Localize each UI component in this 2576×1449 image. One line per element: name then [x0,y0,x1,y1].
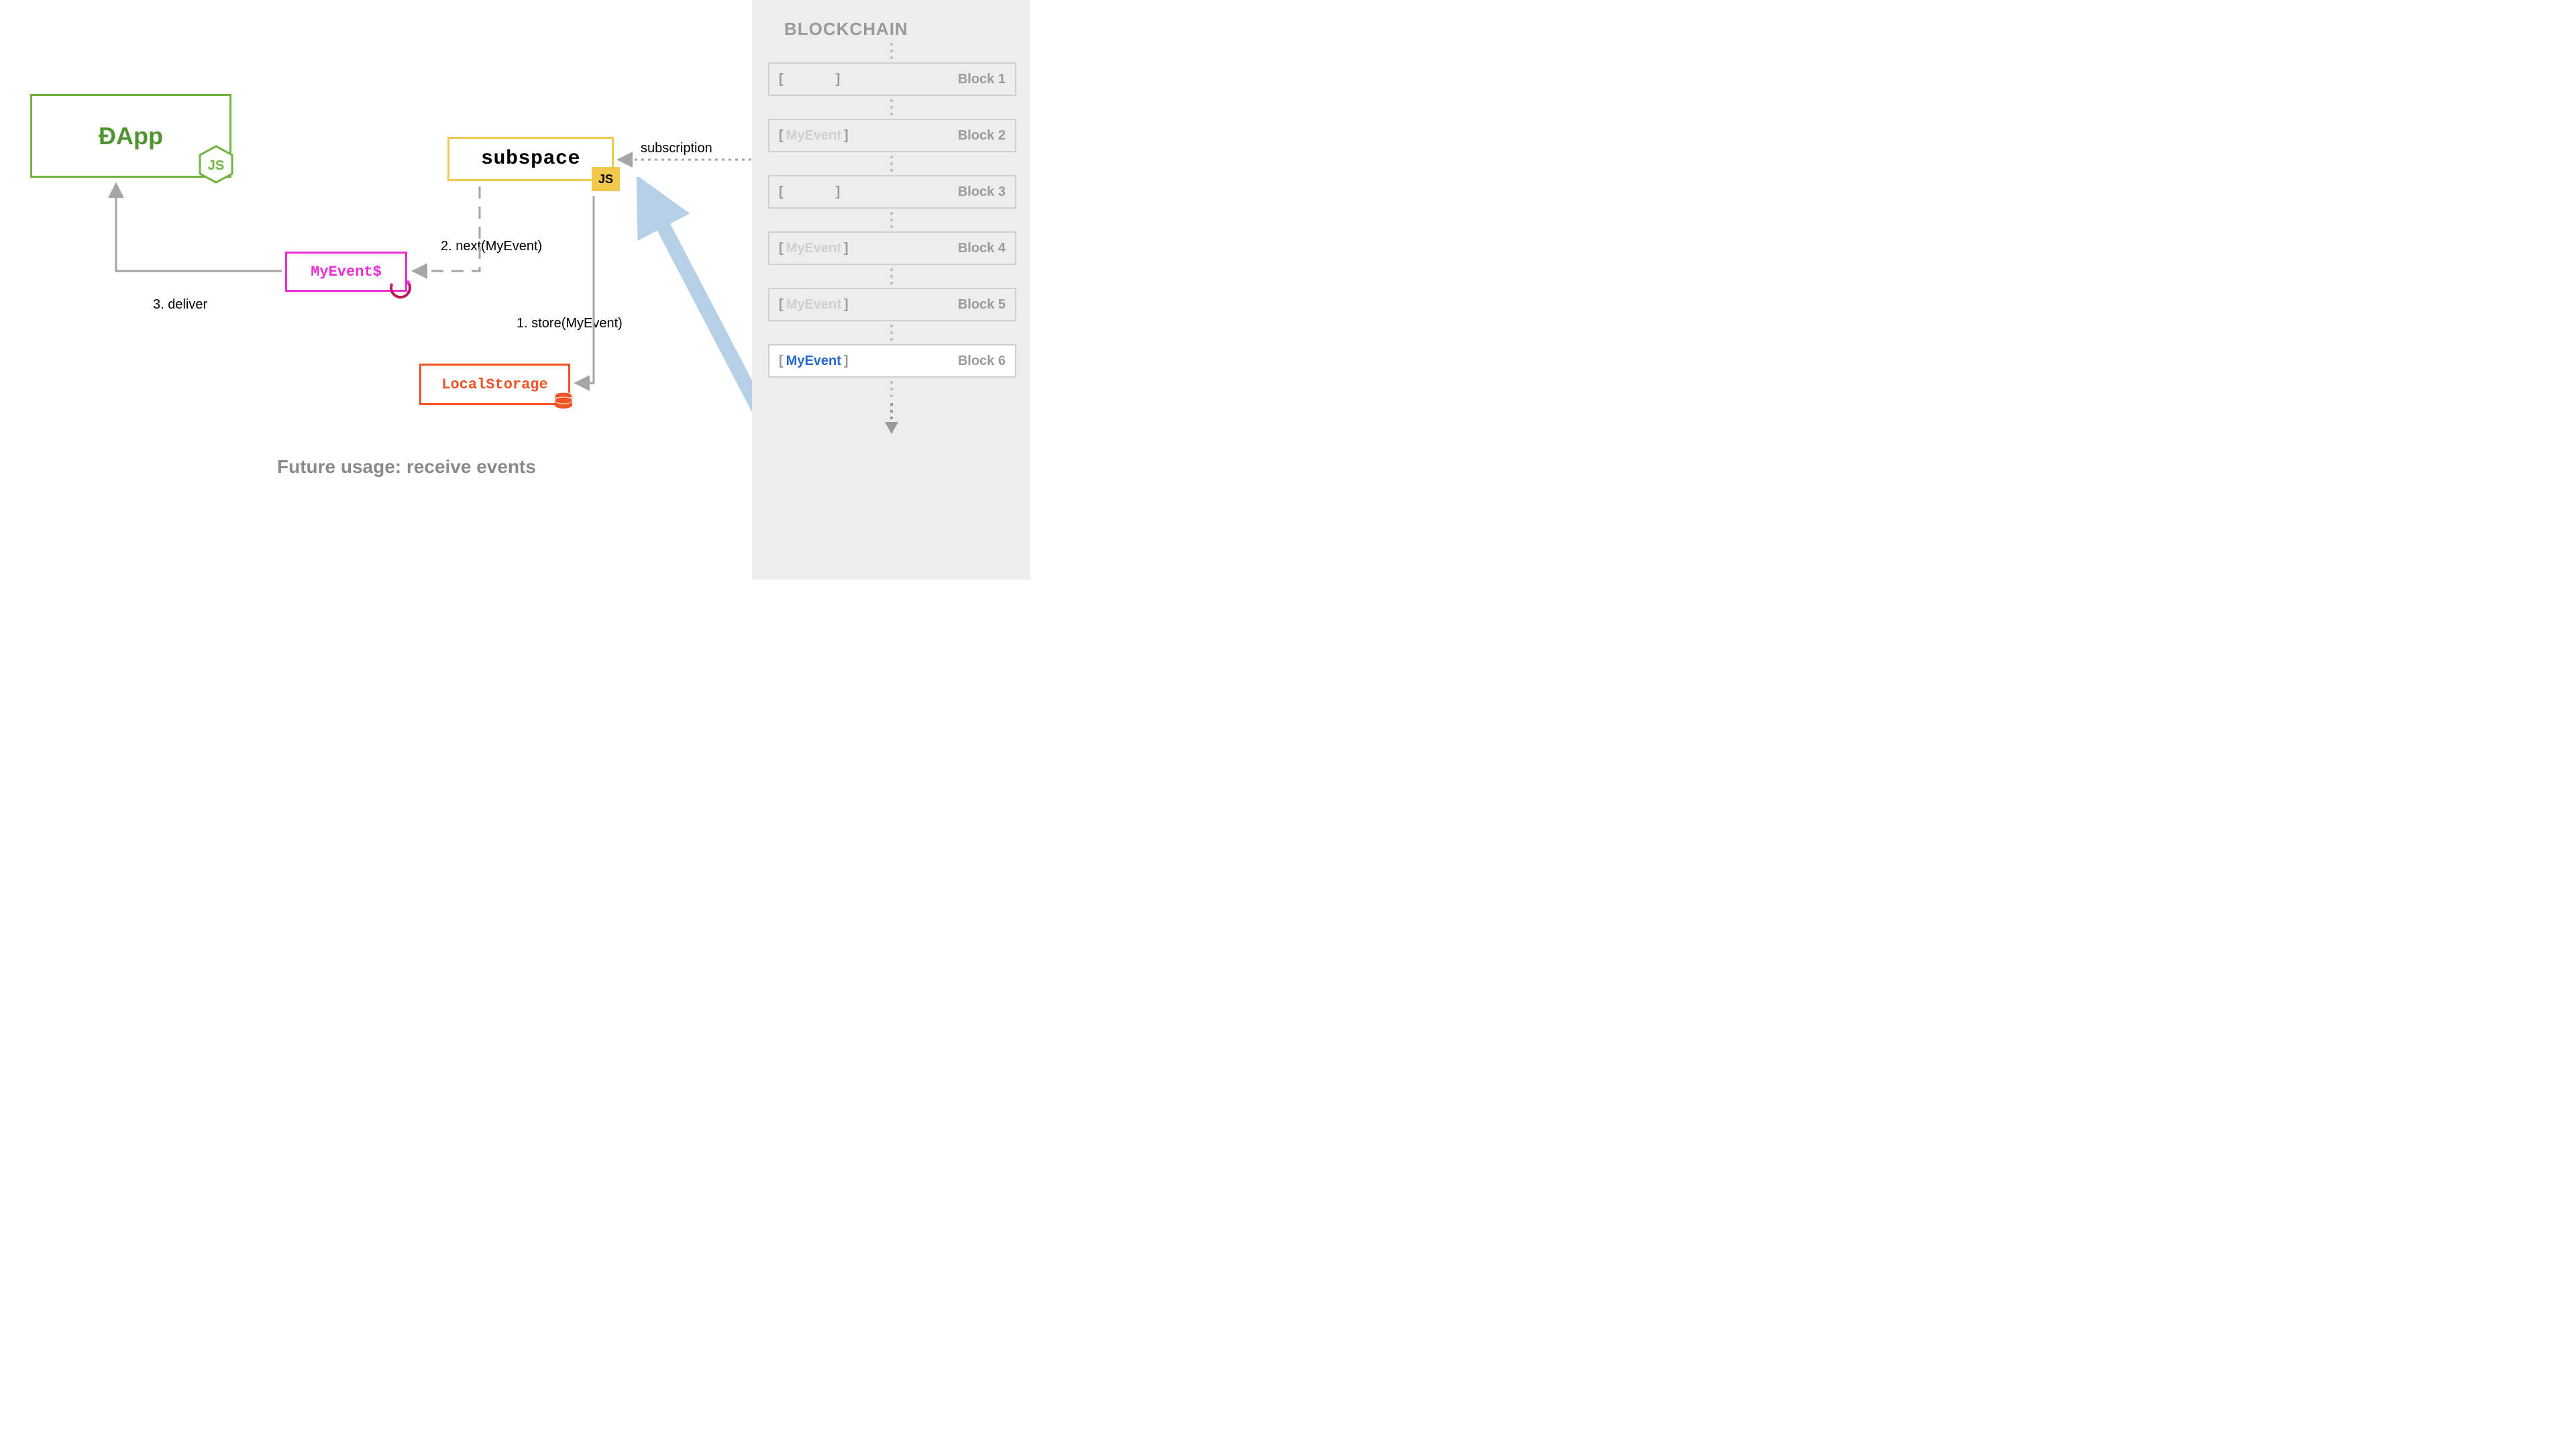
database-icon [552,390,575,413]
vertical-dots-icon [765,265,1017,288]
block-label: Block 6 [958,354,1006,369]
vertical-dots-icon [765,152,1017,175]
svg-text:JS: JS [208,158,224,173]
dapp-box: ÐApp JS [30,94,231,178]
block-label: Block 2 [958,128,1006,144]
vertical-dots-icon [765,378,1017,400]
bracket-close: ] [836,72,841,87]
block-row: [ ] Block 3 [768,175,1016,209]
block-label: Block 5 [958,297,1006,313]
block-label: Block 4 [958,241,1006,256]
subscription-label: subscription [641,141,712,156]
diagram-caption: Future usage: receive events [277,456,536,478]
myevent-label: MyEvent$ [311,264,382,280]
block-row: [ MyEvent ] Block 4 [768,231,1016,265]
block-row: [ MyEvent ] Block 5 [768,288,1016,321]
vertical-dots-icon [765,40,1017,62]
block-event: MyEvent [786,354,841,369]
myevent-box: MyEvent$ [285,252,407,292]
rxjs-icon [389,276,412,299]
bracket-open: [ [779,241,784,256]
store-label: 1. store(MyEvent) [517,316,623,331]
deliver-label: 3. deliver [153,297,207,313]
next-label: 2. next(MyEvent) [441,239,542,254]
block-row: [ ] Block 1 [768,62,1016,96]
bracket-close: ] [844,297,849,313]
bracket-close: ] [836,184,841,200]
block-event: MyEvent [786,128,841,144]
blockchain-title: BLOCKCHAIN [784,19,1017,40]
vertical-dots-icon [765,96,1017,119]
block-label: Block 3 [958,184,1006,200]
block-event: MyEvent [786,297,841,313]
bracket-open: [ [779,184,784,200]
nodejs-icon: JS [199,145,233,184]
subspace-box: subspace JS [447,137,614,181]
block-row: [ MyEvent ] Block 2 [768,119,1016,152]
bracket-close: ] [844,128,849,144]
block-event: MyEvent [786,241,841,256]
bracket-open: [ [779,128,784,144]
vertical-dots-icon [765,209,1017,231]
blockchain-sidebar: BLOCKCHAIN [ ] Block 1 [ MyEvent ] Block… [752,0,1030,580]
arrow-down-icon [765,402,1017,440]
block-row: [ MyEvent ] Block 6 [768,344,1016,378]
localstorage-box: LocalStorage [419,364,570,405]
bracket-close: ] [844,241,849,256]
bracket-open: [ [779,297,784,313]
bracket-open: [ [779,354,784,369]
block-label: Block 1 [958,72,1006,87]
subspace-label: subspace [481,148,580,170]
bracket-open: [ [779,72,784,87]
js-badge-icon: JS [592,167,620,191]
bracket-close: ] [844,354,849,369]
dapp-label: ÐApp [99,122,163,150]
vertical-dots-icon [765,321,1017,344]
localstorage-label: LocalStorage [441,376,547,393]
